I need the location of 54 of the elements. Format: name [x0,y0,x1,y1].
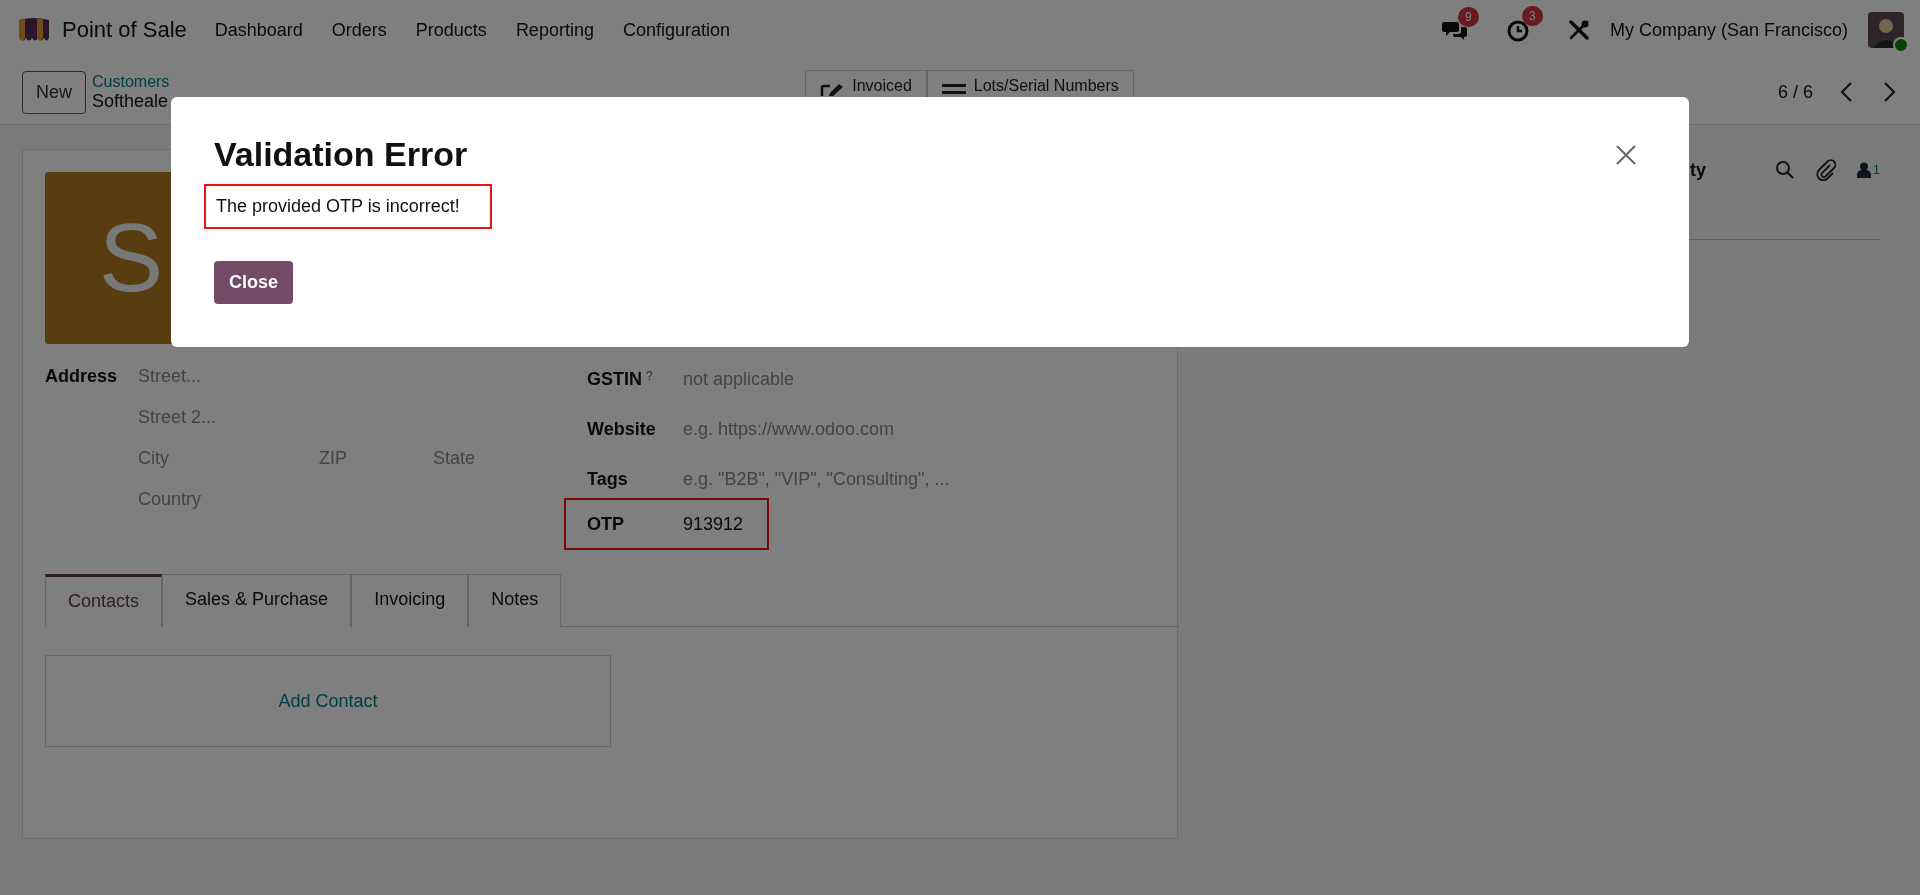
followers-button[interactable]: 1 [1856,162,1880,178]
follower-count: 1 [1872,162,1880,177]
avatar-letter: S [99,203,163,313]
app-name[interactable]: Point of Sale [62,17,187,43]
tab[interactable]: Notes [468,574,562,627]
input-field[interactable]: Street... [138,366,476,387]
menu-item[interactable]: Dashboard [214,19,303,41]
record-name: Softheale [92,90,170,112]
field-label: Address [45,366,119,388]
company-switcher[interactable]: My Company (San Francisco) [1609,19,1848,41]
field-label: OTP [587,513,624,535]
error-message: The provided OTP is incorrect! [204,184,492,229]
tools-icon[interactable] [1567,19,1590,41]
help-tooltip[interactable]: ? [646,368,653,383]
menu-item[interactable]: Reporting [515,19,594,41]
next-icon[interactable] [1881,81,1897,103]
new-button[interactable]: New [22,70,86,114]
previous-icon[interactable] [1839,81,1855,103]
input-field[interactable]: Country [138,489,476,510]
online-status-dot [1893,37,1909,53]
menu-item[interactable]: Orders [331,19,387,41]
chat-icon[interactable] [1441,19,1468,41]
tab[interactable]: Contacts [45,574,163,627]
input-field[interactable]: e.g. https://www.odoo.com [683,418,895,440]
activity-button[interactable]: ty [1690,159,1706,181]
close-icon[interactable] [1615,143,1637,166]
input-field[interactable]: not applicable [683,368,795,390]
input-field[interactable]: 913912 [683,513,744,535]
person-icon [1856,162,1871,178]
edit-icon [820,83,845,97]
field-label: Website [587,418,656,440]
pager-counter[interactable]: 6 / 6 [1777,81,1813,103]
person-icon [1868,12,1904,48]
add-contact-link[interactable]: Add Contact [278,690,378,712]
breadcrumb-link[interactable]: Customers [92,72,170,91]
input-field[interactable]: State [433,448,476,469]
dialog-title: Validation Error [214,135,468,174]
count-badge: 3 [1521,6,1543,26]
tab[interactable]: Sales & Purchase [162,574,352,627]
tab[interactable]: Invoicing [351,574,469,627]
field-label: GSTIN [587,368,642,390]
count-badge: 9 [1457,7,1479,27]
paperclip-icon[interactable] [1814,159,1837,181]
input-field[interactable]: Street 2... [138,407,476,428]
close-button[interactable]: Close [214,261,294,304]
field-label: Tags [587,468,628,490]
input-field[interactable]: City [138,448,319,469]
search-icon[interactable] [1774,160,1795,180]
menu-item[interactable]: Products [415,19,487,41]
input-field[interactable]: ZIP [319,448,433,469]
clock-icon[interactable] [1505,18,1530,42]
list-icon [941,83,966,95]
menu-item[interactable]: Configuration [622,19,730,41]
input-field[interactable]: e.g. "B2B", "VIP", "Consulting", ... [683,468,950,490]
